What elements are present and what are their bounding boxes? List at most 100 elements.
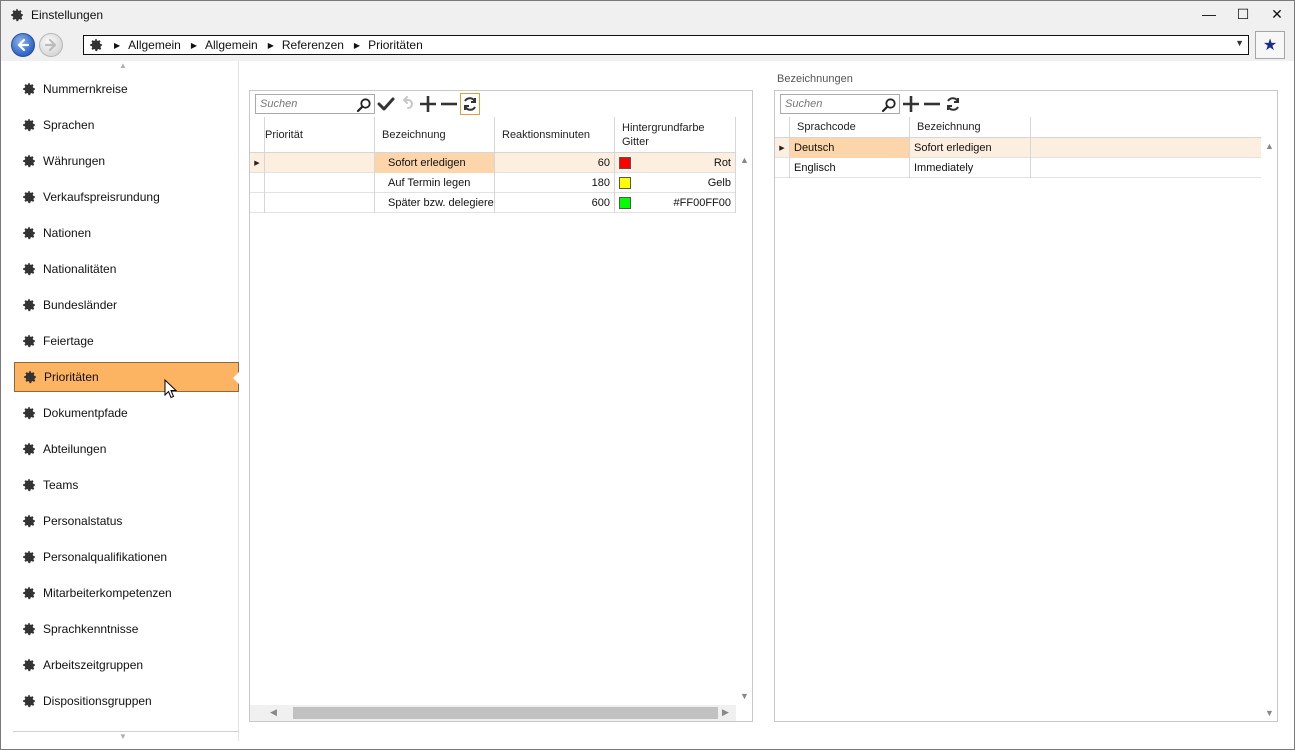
search-input[interactable] bbox=[260, 98, 355, 110]
maximize-button[interactable]: ☐ bbox=[1226, 1, 1260, 27]
cell-prioritaet[interactable] bbox=[265, 153, 375, 173]
gear-icon bbox=[21, 225, 37, 241]
scroll-right-icon[interactable]: ▶ bbox=[722, 707, 729, 718]
cell-sprachcode[interactable]: Englisch bbox=[790, 158, 910, 178]
column-header-bezeichnung[interactable]: Bezeichnung bbox=[910, 117, 1031, 137]
sidebar-item-label: Prioritäten bbox=[44, 370, 99, 384]
sidebar-item[interactable]: Prioritäten bbox=[14, 362, 239, 392]
column-header-prioritaet[interactable]: Priorität bbox=[265, 117, 375, 152]
column-header-sprachcode[interactable]: Sprachcode bbox=[790, 117, 910, 137]
gear-icon bbox=[21, 153, 37, 169]
sidebar-item-label: Sprachkenntnisse bbox=[43, 622, 139, 636]
scroll-up-icon[interactable]: ▲ bbox=[740, 155, 749, 165]
table-row[interactable]: ▶ Sofort erledigen 60 Rot bbox=[250, 153, 736, 173]
sidebar-item[interactable]: Währungen bbox=[14, 146, 239, 176]
cell-bezeichnung[interactable]: Immediately bbox=[910, 158, 1031, 178]
column-header-bezeichnung[interactable]: Bezeichnung bbox=[375, 117, 495, 152]
back-button[interactable] bbox=[11, 33, 35, 57]
cell-hintergrundfarbe[interactable]: #FF00FF00 bbox=[615, 193, 736, 213]
sidebar-item[interactable]: Verkaufspreisrundung bbox=[14, 182, 239, 212]
breadcrumb-item[interactable]: Allgemein bbox=[205, 38, 258, 52]
sidebar-item[interactable]: Sprachkenntnisse bbox=[14, 614, 239, 644]
undo-button[interactable] bbox=[397, 93, 417, 115]
breadcrumb-item[interactable]: Prioritäten bbox=[368, 38, 423, 52]
sidebar-item[interactable]: Nationalitäten bbox=[14, 254, 239, 284]
row-indicator[interactable]: ▶ bbox=[250, 153, 265, 173]
cell-reaktionsminuten[interactable]: 600 bbox=[495, 193, 615, 213]
sidebar-item[interactable]: Abteilungen bbox=[14, 434, 239, 464]
sidebar-item[interactable]: Bundesländer bbox=[14, 290, 239, 320]
table-row[interactable]: Englisch Immediately bbox=[775, 158, 1261, 178]
remove-button[interactable] bbox=[922, 93, 942, 115]
cell-reaktionsminuten[interactable]: 60 bbox=[495, 153, 615, 173]
column-header-hintergrundfarbe[interactable]: Hintergrundfarbe Gitter bbox=[615, 117, 736, 152]
cell-prioritaet[interactable] bbox=[265, 193, 375, 213]
chevron-right-icon[interactable]: ▶ bbox=[268, 41, 274, 50]
scroll-down-icon[interactable]: ▼ bbox=[119, 732, 127, 741]
priorities-horizontal-scrollbar[interactable]: ◀ ▶ bbox=[250, 705, 736, 721]
priorities-vertical-scrollbar[interactable]: ▲ ▼ bbox=[736, 153, 752, 705]
minus-icon bbox=[441, 102, 457, 106]
search-input[interactable] bbox=[785, 98, 880, 110]
sidebar-item[interactable]: Sprachen bbox=[14, 110, 239, 140]
sidebar-item[interactable]: Arbeitszeitgruppen bbox=[14, 650, 239, 680]
minimize-button[interactable]: — bbox=[1192, 1, 1226, 27]
cell-reaktionsminuten[interactable]: 180 bbox=[495, 173, 615, 193]
chevron-right-icon[interactable]: ▶ bbox=[114, 41, 120, 50]
cell-prioritaet[interactable] bbox=[265, 173, 375, 193]
chevron-right-icon[interactable]: ▶ bbox=[191, 41, 197, 50]
priorities-search[interactable] bbox=[255, 94, 375, 114]
refresh-button[interactable] bbox=[460, 93, 480, 115]
sidebar-item[interactable]: Personalqualifikationen bbox=[14, 542, 239, 572]
sidebar-item-label: Abteilungen bbox=[43, 442, 107, 456]
labels-vertical-scrollbar[interactable]: ▲ ▼ bbox=[1261, 138, 1277, 722]
close-button[interactable]: ✕ bbox=[1260, 1, 1294, 27]
scroll-down-icon[interactable]: ▼ bbox=[740, 691, 749, 701]
chevron-right-icon[interactable]: ▶ bbox=[354, 41, 360, 50]
sidebar-item[interactable]: Nummernkreise bbox=[14, 74, 239, 104]
table-row[interactable]: Auf Termin legen 180 Gelb bbox=[250, 173, 736, 193]
scroll-down-icon[interactable]: ▼ bbox=[1265, 708, 1274, 718]
cell-bezeichnung[interactable]: Später bzw. delegieren bbox=[375, 193, 495, 213]
scroll-left-icon[interactable]: ◀ bbox=[270, 707, 277, 718]
breadcrumb[interactable]: ▶ Allgemein ▶ Allgemein ▶ Referenzen ▶ P… bbox=[83, 35, 1249, 55]
sidebar-item[interactable]: Teams bbox=[14, 470, 239, 500]
cell-bezeichnung[interactable]: Sofort erledigen bbox=[910, 138, 1031, 158]
sidebar-item[interactable]: Personalstatus bbox=[14, 506, 239, 536]
labels-search[interactable] bbox=[780, 94, 900, 114]
gear-icon bbox=[21, 189, 37, 205]
cell-sprachcode[interactable]: Deutsch bbox=[790, 138, 910, 158]
sidebar-item[interactable]: Feiertage bbox=[14, 326, 239, 356]
cell-hintergrundfarbe[interactable]: Rot bbox=[615, 153, 736, 173]
scroll-up-icon[interactable]: ▲ bbox=[119, 61, 127, 70]
row-indicator[interactable] bbox=[250, 173, 265, 193]
sidebar-item[interactable]: Dispositionsgruppen bbox=[14, 686, 239, 716]
remove-button[interactable] bbox=[439, 93, 459, 115]
forward-button[interactable] bbox=[39, 33, 63, 57]
cell-hintergrundfarbe[interactable]: Gelb bbox=[615, 173, 736, 193]
refresh-button[interactable] bbox=[943, 93, 963, 115]
search-icon[interactable] bbox=[356, 97, 372, 113]
row-indicator[interactable] bbox=[250, 193, 265, 213]
row-indicator[interactable]: ▶ bbox=[775, 138, 790, 158]
sidebar-item[interactable]: Dokumentpfade bbox=[14, 398, 239, 428]
scroll-up-icon[interactable]: ▲ bbox=[1265, 141, 1274, 151]
favorite-button[interactable]: ★ bbox=[1255, 31, 1285, 59]
add-button[interactable] bbox=[418, 93, 438, 115]
breadcrumb-item[interactable]: Referenzen bbox=[282, 38, 344, 52]
breadcrumb-item[interactable]: Allgemein bbox=[128, 38, 181, 52]
sidebar-item[interactable]: Mitarbeiterkompetenzen bbox=[14, 578, 239, 608]
add-button[interactable] bbox=[901, 93, 921, 115]
chevron-down-icon[interactable]: ▼ bbox=[1235, 38, 1244, 48]
row-indicator[interactable] bbox=[775, 158, 790, 178]
scrollbar-thumb[interactable] bbox=[293, 707, 718, 719]
search-icon[interactable] bbox=[881, 97, 897, 113]
column-header-reaktionsminuten[interactable]: Reaktionsminuten bbox=[495, 117, 615, 152]
table-row[interactable]: Später bzw. delegieren 600 #FF00FF00 bbox=[250, 193, 736, 213]
cell-bezeichnung[interactable]: Sofort erledigen bbox=[375, 153, 495, 173]
table-row[interactable]: ▶ Deutsch Sofort erledigen bbox=[775, 138, 1261, 158]
window-title: Einstellungen bbox=[31, 8, 104, 22]
save-button[interactable] bbox=[376, 93, 396, 115]
cell-bezeichnung[interactable]: Auf Termin legen bbox=[375, 173, 495, 193]
sidebar-item[interactable]: Nationen bbox=[14, 218, 239, 248]
